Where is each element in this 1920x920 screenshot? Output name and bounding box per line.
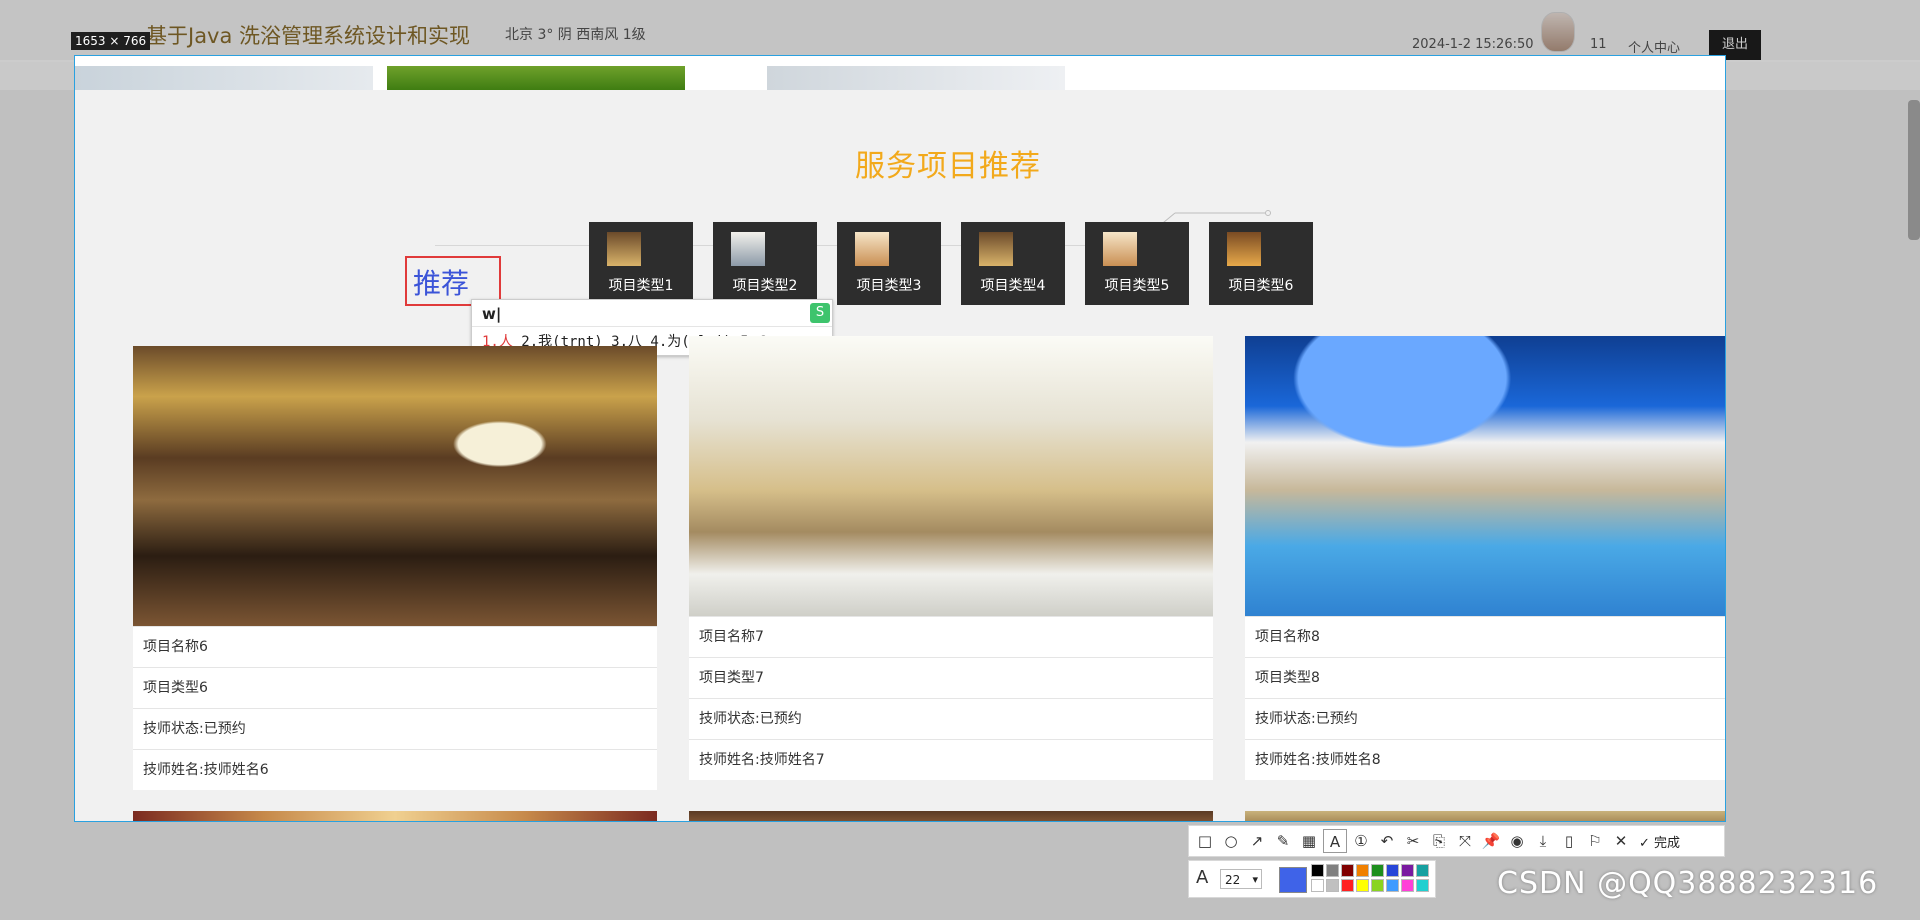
technician-name: 技师姓名:技师姓名7 — [689, 739, 1213, 779]
color-swatch[interactable] — [1401, 879, 1414, 892]
watermark: CSDN @QQ3888232316 — [1497, 866, 1879, 901]
color-swatch[interactable] — [1311, 879, 1324, 892]
number-icon[interactable]: ① — [1349, 829, 1373, 853]
current-color-swatch[interactable] — [1279, 867, 1307, 893]
bookmark-icon[interactable]: ⚐ — [1583, 829, 1607, 853]
ocr-icon[interactable]: ⎘ — [1427, 829, 1451, 853]
service-name: 项目名称8 — [1245, 616, 1725, 656]
arrow-icon[interactable]: ↗ — [1245, 829, 1269, 853]
tab-label: 项目类型5 — [1104, 278, 1170, 294]
circle-icon[interactable]: ○ — [1219, 829, 1243, 853]
color-swatch[interactable] — [1311, 864, 1324, 877]
ime-logo-icon[interactable]: S — [810, 303, 830, 323]
tab-label: 项目类型1 — [608, 278, 674, 294]
font-size-select[interactable]: 22 — [1220, 869, 1262, 890]
service-photo[interactable] — [689, 336, 1213, 616]
service-type: 项目类型7 — [689, 657, 1213, 697]
check-icon: ✓ — [1639, 835, 1650, 851]
tab-project-type-1[interactable]: 项目类型1 — [589, 222, 693, 305]
mosaic-icon[interactable]: ▦ — [1297, 829, 1321, 853]
color-swatch[interactable] — [1326, 879, 1339, 892]
service-photo[interactable] — [133, 811, 657, 821]
done-label: 完成 — [1654, 835, 1681, 851]
color-palette — [1311, 864, 1429, 892]
color-swatch[interactable] — [1371, 879, 1384, 892]
tab-project-type-2[interactable]: 项目类型2 — [713, 222, 817, 305]
section-title: 服务项目推荐 — [855, 149, 1041, 184]
pen-icon[interactable]: ✎ — [1271, 829, 1295, 853]
tab-project-type-4[interactable]: 项目类型4 — [961, 222, 1065, 305]
ime-composition: w| — [482, 305, 502, 323]
service-type: 项目类型6 — [133, 667, 657, 707]
banner-strip — [75, 56, 1725, 90]
cut-icon[interactable]: ✂ — [1401, 829, 1425, 853]
text-icon[interactable]: A — [1323, 829, 1347, 853]
tab-project-type-3[interactable]: 项目类型3 — [837, 222, 941, 305]
screenshot-toolbar: □ ○ ↗ ✎ ▦ A ① ↶ ✂ ⎘ ⤧ 📌 ◉ ⤓ ▯ ⚐ ✕ ✓ 完成 — [1188, 825, 1725, 857]
page-scrollbar[interactable] — [1908, 100, 1920, 240]
technician-status: 技师状态:已预约 — [133, 708, 657, 748]
service-photo[interactable] — [1245, 336, 1725, 616]
tab-thumbnail — [731, 232, 765, 266]
record-icon[interactable]: ◉ — [1505, 829, 1529, 853]
color-swatch[interactable] — [1356, 879, 1369, 892]
tab-project-type-6[interactable]: 项目类型6 — [1209, 222, 1313, 305]
service-photo[interactable] — [1245, 811, 1725, 821]
technician-status: 技师状态:已预约 — [1245, 698, 1725, 738]
tab-label: 项目类型4 — [980, 278, 1046, 294]
pin-icon[interactable]: 📌 — [1479, 829, 1503, 853]
banner-image[interactable] — [75, 66, 373, 90]
color-swatch[interactable] — [1341, 864, 1354, 877]
color-swatch[interactable] — [1386, 864, 1399, 877]
capture-size-label: 1653 × 766 — [71, 32, 151, 50]
color-swatch[interactable] — [1341, 879, 1354, 892]
fullscreen-icon[interactable]: ⤧ — [1453, 829, 1477, 853]
tab-thumbnail — [979, 232, 1013, 266]
color-swatch[interactable] — [1416, 879, 1429, 892]
service-name: 项目名称7 — [689, 616, 1213, 656]
tab-thumbnail — [1227, 232, 1261, 266]
font-icon: A — [1196, 867, 1209, 888]
banner-image[interactable] — [767, 66, 1065, 90]
service-photo[interactable] — [689, 811, 1213, 821]
color-swatch[interactable] — [1416, 864, 1429, 877]
service-card[interactable]: 项目名称7 项目类型7 技师状态:已预约 技师姓名:技师姓名7 — [689, 336, 1213, 780]
color-swatch[interactable] — [1401, 864, 1414, 877]
banner-image[interactable] — [387, 66, 685, 90]
color-swatch[interactable] — [1386, 879, 1399, 892]
service-type: 项目类型8 — [1245, 657, 1725, 697]
tab-label: 项目类型2 — [732, 278, 798, 294]
service-photo[interactable] — [133, 346, 657, 626]
undo-icon[interactable]: ↶ — [1375, 829, 1399, 853]
rect-icon[interactable]: □ — [1193, 829, 1217, 853]
close-icon[interactable]: ✕ — [1609, 829, 1633, 853]
tab-thumbnail — [1103, 232, 1137, 266]
tab-thumbnail — [855, 232, 889, 266]
divider — [472, 326, 832, 327]
download-icon[interactable]: ⤓ — [1531, 829, 1555, 853]
tab-label: 项目类型6 — [1228, 278, 1294, 294]
capture-region[interactable]: 服务项目推荐 项目类型1 项目类型2 项目类型3 项目类型4 项目类型5 项目类… — [74, 55, 1726, 822]
technician-name: 技师姓名:技师姓名8 — [1245, 739, 1725, 779]
text-style-toolbar: A 22 — [1188, 860, 1436, 898]
tab-project-type-5[interactable]: 项目类型5 — [1085, 222, 1189, 305]
tab-thumbnail — [607, 232, 641, 266]
phone-icon[interactable]: ▯ — [1557, 829, 1581, 853]
service-card[interactable]: 项目名称6 项目类型6 技师状态:已预约 技师姓名:技师姓名6 — [133, 346, 657, 790]
color-swatch[interactable] — [1371, 864, 1384, 877]
technician-name: 技师姓名:技师姓名6 — [133, 749, 657, 789]
service-card[interactable]: 项目名称8 项目类型8 技师状态:已预约 技师姓名:技师姓名8 — [1245, 336, 1725, 780]
done-button[interactable]: ✓ 完成 — [1639, 832, 1680, 851]
technician-status: 技师状态:已预约 — [689, 698, 1213, 738]
service-name: 项目名称6 — [133, 626, 657, 666]
color-swatch[interactable] — [1356, 864, 1369, 877]
color-swatch[interactable] — [1326, 864, 1339, 877]
tab-label: 项目类型3 — [856, 278, 922, 294]
